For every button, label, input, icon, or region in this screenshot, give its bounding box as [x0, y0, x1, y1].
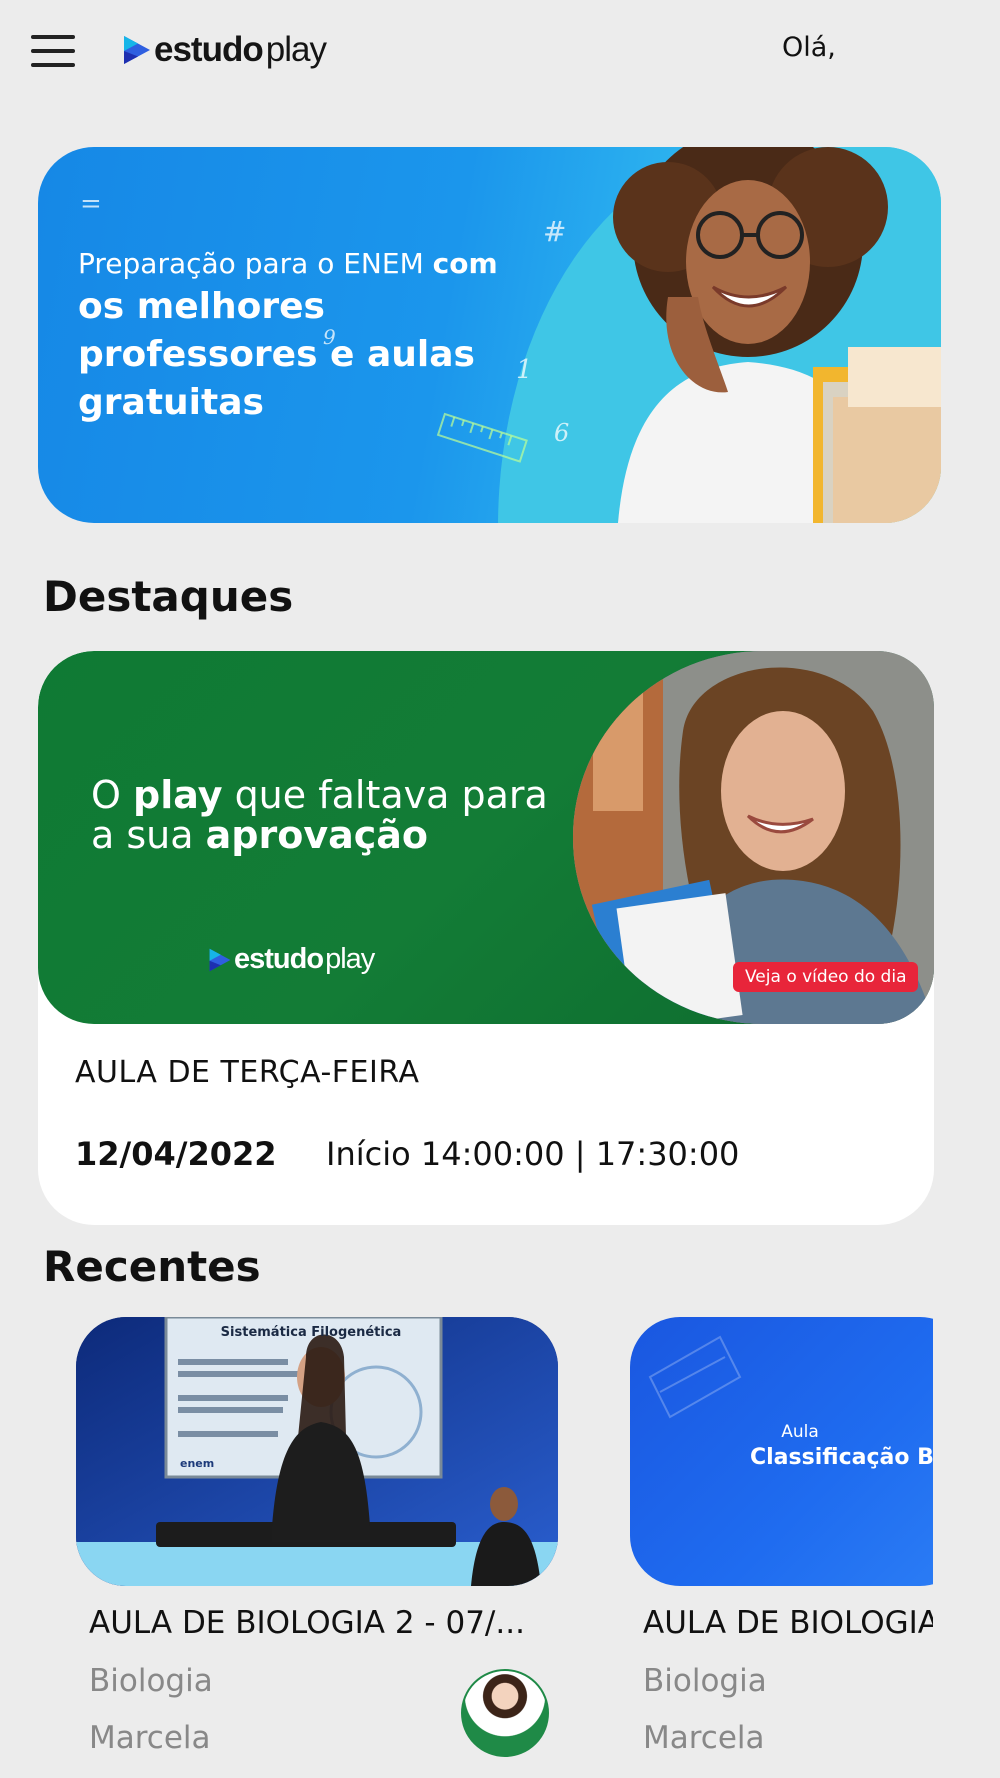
play-logo-icon: [209, 948, 231, 971]
recentes-heading: Recentes: [43, 1242, 261, 1291]
destaques-heading: Destaques: [43, 572, 294, 621]
logo-word-light: play: [265, 30, 327, 69]
menu-icon[interactable]: [31, 33, 75, 69]
doodle-hash: #: [543, 215, 567, 248]
app-header: estudo play Olá,: [0, 0, 1000, 100]
recent-lesson-teacher: Marcela: [89, 1720, 211, 1756]
play-logo-icon: [124, 36, 150, 64]
recent-lesson-subject: Biologia: [89, 1663, 213, 1699]
featured-banner-headline: O play que faltava para a sua aprovação: [91, 773, 548, 857]
doodle-six: 6: [554, 419, 570, 447]
lesson-thumbnail[interactable]: Aula Classificação Biol: [630, 1317, 933, 1586]
featured-banner[interactable]: O play que faltava para a sua aprovação …: [38, 651, 934, 1024]
enem-logo: enem: [180, 1457, 215, 1470]
video-of-day-badge[interactable]: Veja o vídeo do dia: [733, 962, 919, 992]
slide-title: Classificação Biol: [750, 1445, 933, 1470]
lesson-thumbnail[interactable]: Sistemática Filogenética enem: [76, 1317, 558, 1586]
featured-lesson-card[interactable]: O play que faltava para a sua aprovação …: [38, 651, 934, 1225]
recent-lesson-card[interactable]: Aula Classificação Biol AULA DE BIOLOGIA…: [630, 1317, 933, 1778]
student-photo: [613, 147, 941, 523]
logo-word-bold: estudo: [154, 30, 264, 69]
recent-lesson-teacher: Marcela: [643, 1720, 765, 1756]
hero-headline: Preparação para o ENEM com os melhores p…: [78, 247, 498, 423]
teacher-avatar[interactable]: [461, 1669, 549, 1757]
recent-lesson-subject: Biologia: [643, 1663, 767, 1699]
featured-banner-logo: estudo play: [208, 943, 375, 976]
recent-lesson-card[interactable]: Sistemática Filogenética enem AULA DE BI…: [76, 1317, 558, 1778]
featured-lesson-date: 12/04/2022: [75, 1135, 277, 1173]
slide-title: Sistemática Filogenética: [220, 1325, 402, 1340]
greeting-text: Olá,: [782, 32, 836, 63]
recent-lesson-title: AULA DE BIOLOGIA: [643, 1605, 933, 1641]
featured-lesson-title: AULA DE TERÇA-FEIRA: [75, 1055, 420, 1090]
app-logo[interactable]: estudo play: [122, 28, 327, 72]
slide-label: Aula: [781, 1422, 819, 1442]
featured-lesson-time: Início 14:00:00 | 17:30:00: [326, 1135, 740, 1173]
doodle-equals: =: [80, 189, 102, 219]
recent-lesson-title: AULA DE BIOLOGIA 2 - 07/...: [89, 1605, 525, 1641]
hero-banner[interactable]: = # 9 1 6 Preparação para o ENEM com os …: [38, 147, 941, 523]
